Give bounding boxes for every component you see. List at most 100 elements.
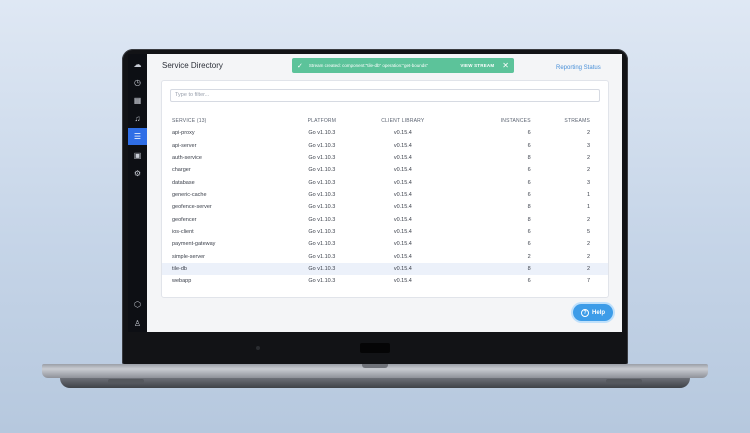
cell-client-library: v0.15.4 bbox=[393, 204, 412, 211]
cell-platform: Go v1.10.3 bbox=[308, 167, 336, 174]
grid-icon[interactable]: ▦ bbox=[128, 92, 147, 109]
table-row[interactable]: geofence-server Go v1.10.3 v0.15.4 8 1 bbox=[162, 201, 608, 213]
cell-client-library: v0.15.4 bbox=[393, 179, 412, 186]
table-row[interactable]: payment-gateway Go v1.10.3 v0.15.4 6 2 bbox=[162, 238, 608, 250]
main-content: Service Directory ✓ Stream created: comp… bbox=[147, 54, 622, 332]
cell-instances: 6 bbox=[527, 179, 531, 186]
table-row[interactable]: webapp Go v1.10.3 v0.15.4 6 7 bbox=[162, 275, 608, 287]
cell-client-library: v0.15.4 bbox=[393, 278, 412, 285]
laptop-notch bbox=[360, 343, 390, 353]
column-header-client-library[interactable]: CLIENT LIBRARY bbox=[364, 115, 442, 127]
services-table: SERVICE (13) PLATFORM CLIENT LIBRARY INS… bbox=[162, 115, 608, 287]
cell-platform: Go v1.10.3 bbox=[279, 262, 364, 276]
cell-streams: 5 bbox=[586, 228, 590, 235]
table-row[interactable]: tile-db Go v1.10.3 v0.15.4 8 2 bbox=[162, 262, 608, 276]
table-row[interactable]: api-server Go v1.10.3 v0.15.4 6 3 bbox=[162, 139, 608, 151]
cell-instances: 8 bbox=[527, 154, 531, 161]
cell-streams: 2 bbox=[542, 262, 608, 276]
cell-instances: 6 bbox=[527, 167, 531, 174]
cell-instances: 2 bbox=[527, 253, 531, 260]
table-row[interactable]: generic-cache Go v1.10.3 v0.15.4 6 1 bbox=[162, 189, 608, 201]
cell-service: geofence-server bbox=[172, 204, 212, 211]
cell-service: tile-db bbox=[162, 262, 280, 276]
user-icon[interactable]: ♙ bbox=[128, 315, 147, 332]
cell-streams: 2 bbox=[586, 216, 590, 223]
laptop-hinge-notch bbox=[362, 364, 388, 368]
gear-icon[interactable]: ⚙ bbox=[128, 165, 147, 182]
clock-icon[interactable]: ◷ bbox=[128, 74, 147, 91]
cell-service: auth-service bbox=[172, 154, 202, 161]
table-row[interactable]: database Go v1.10.3 v0.15.4 6 3 bbox=[162, 176, 608, 188]
cell-instances: 6 bbox=[527, 241, 531, 248]
cell-instances: 6 bbox=[527, 191, 531, 198]
cell-service: database bbox=[172, 179, 195, 186]
cell-instances: 6 bbox=[527, 228, 531, 235]
cell-streams: 7 bbox=[586, 278, 590, 285]
bell-icon[interactable]: ♫ bbox=[128, 110, 147, 127]
table-row[interactable]: auth-service Go v1.10.3 v0.15.4 8 2 bbox=[162, 152, 608, 164]
cell-client-library: v0.15.4 bbox=[393, 167, 412, 174]
webcam-icon bbox=[256, 346, 260, 350]
cell-service: generic-cache bbox=[172, 191, 207, 198]
services-card: Type to filter... SERVICE (13) PLATFORM … bbox=[161, 80, 609, 298]
column-header-streams[interactable]: STREAMS bbox=[543, 115, 608, 127]
column-header-instances[interactable]: INSTANCES bbox=[442, 115, 543, 127]
toast-message: Stream created: component:"tile-db" oper… bbox=[308, 63, 429, 68]
cell-client-library: v0.15.4 bbox=[363, 262, 442, 276]
help-button[interactable]: ? Help bbox=[573, 304, 613, 321]
cell-service: geofencer bbox=[172, 216, 197, 223]
table-row[interactable]: simple-server Go v1.10.3 v0.15.4 2 2 bbox=[162, 250, 608, 262]
cell-streams: 1 bbox=[586, 204, 590, 211]
cell-service: simple-server bbox=[172, 253, 206, 260]
close-icon[interactable]: ✕ bbox=[502, 61, 509, 70]
column-header-platform[interactable]: PLATFORM bbox=[280, 115, 364, 127]
cell-instances: 8 bbox=[527, 204, 531, 211]
cell-instances: 8 bbox=[441, 262, 543, 276]
cell-platform: Go v1.10.3 bbox=[308, 191, 336, 198]
cell-client-library: v0.15.4 bbox=[393, 130, 412, 137]
reporting-status-link[interactable]: Reporting Status bbox=[556, 65, 601, 71]
cell-platform: Go v1.10.3 bbox=[308, 278, 336, 285]
cell-platform: Go v1.10.3 bbox=[308, 154, 336, 161]
table-row[interactable]: ios-client Go v1.10.3 v0.15.4 6 5 bbox=[162, 226, 608, 238]
cube-icon[interactable]: ⬡ bbox=[128, 296, 147, 313]
view-stream-button[interactable]: VIEW STREAM bbox=[460, 63, 494, 68]
laptop-foot bbox=[108, 379, 144, 383]
cell-instances: 8 bbox=[527, 216, 531, 223]
cell-service: api-server bbox=[172, 142, 197, 149]
cell-service: webapp bbox=[172, 278, 192, 285]
logo-icon[interactable]: ☁ bbox=[128, 56, 147, 73]
check-icon: ✓ bbox=[297, 62, 303, 70]
save-icon[interactable]: ▣ bbox=[128, 147, 147, 164]
list-icon[interactable]: ☰ bbox=[128, 128, 147, 145]
cell-instances: 6 bbox=[527, 278, 531, 285]
cell-service: charger bbox=[172, 167, 191, 174]
column-header-service[interactable]: SERVICE (13) bbox=[162, 115, 280, 127]
cell-client-library: v0.15.4 bbox=[393, 191, 412, 198]
table-row[interactable]: geofencer Go v1.10.3 v0.15.4 8 2 bbox=[162, 213, 608, 225]
page-title: Service Directory bbox=[162, 61, 223, 70]
stream-created-toast: ✓ Stream created: component:"tile-db" op… bbox=[292, 58, 514, 73]
filter-input[interactable]: Type to filter... bbox=[170, 89, 600, 102]
cell-platform: Go v1.10.3 bbox=[308, 204, 336, 211]
cell-client-library: v0.15.4 bbox=[393, 228, 412, 235]
cell-client-library: v0.15.4 bbox=[393, 216, 412, 223]
table-row[interactable]: api-proxy Go v1.10.3 v0.15.4 6 2 bbox=[162, 127, 608, 139]
cell-instances: 6 bbox=[527, 142, 531, 149]
laptop-foot bbox=[606, 379, 642, 383]
cell-service: ios-client bbox=[172, 228, 194, 235]
cell-platform: Go v1.10.3 bbox=[308, 241, 336, 248]
cell-streams: 2 bbox=[586, 253, 590, 260]
cell-streams: 2 bbox=[586, 154, 590, 161]
cell-streams: 3 bbox=[586, 142, 590, 149]
sidebar: ☁ ◷ ▦ ♫ ☰ ▣ ⚙ ⬡ ♙ bbox=[128, 54, 147, 332]
cell-platform: Go v1.10.3 bbox=[308, 130, 336, 137]
table-row[interactable]: charger Go v1.10.3 v0.15.4 6 2 bbox=[162, 164, 608, 176]
cell-streams: 3 bbox=[586, 179, 590, 186]
cell-streams: 2 bbox=[586, 130, 590, 137]
cell-client-library: v0.15.4 bbox=[393, 253, 412, 260]
cell-platform: Go v1.10.3 bbox=[308, 142, 336, 149]
laptop-base-underside bbox=[60, 378, 690, 388]
cell-platform: Go v1.10.3 bbox=[308, 228, 336, 235]
cell-instances: 6 bbox=[527, 130, 531, 137]
